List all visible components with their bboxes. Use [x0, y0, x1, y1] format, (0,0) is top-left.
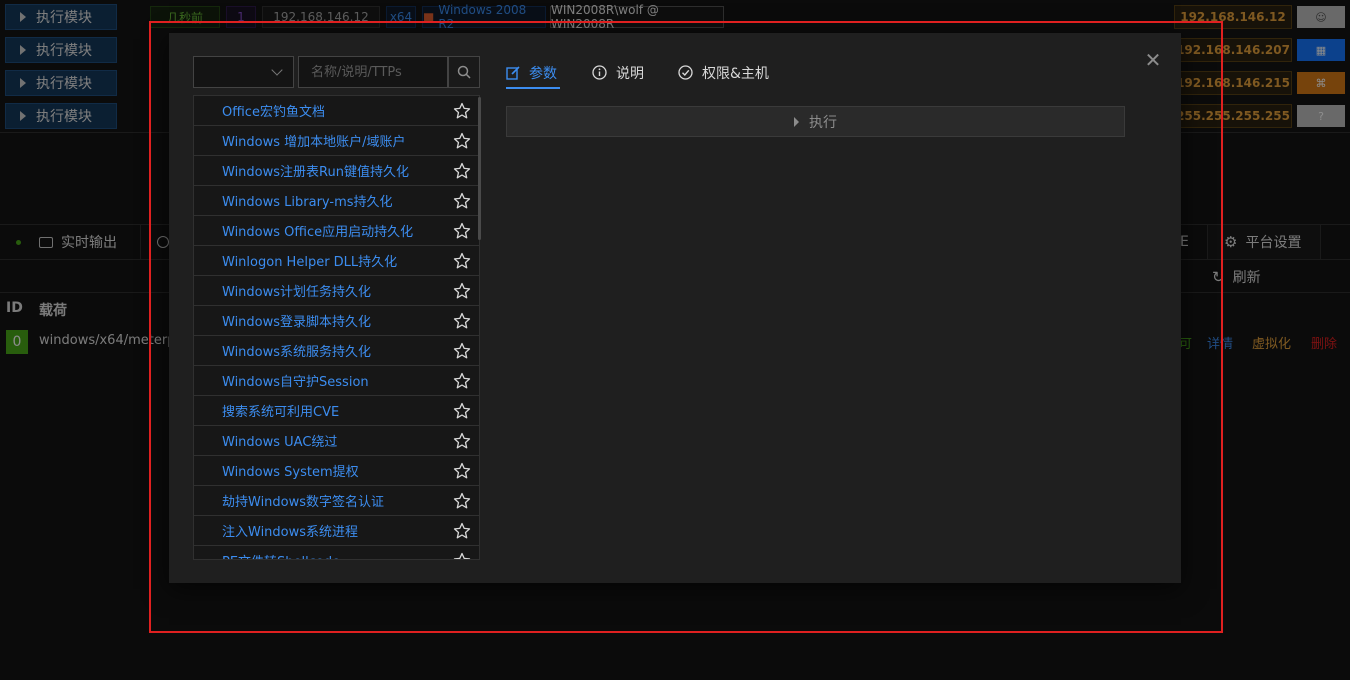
module-list-item[interactable]: 搜索系统可利用CVE: [194, 396, 479, 426]
execute-button[interactable]: 执行: [506, 106, 1125, 137]
module-name: Windows自守护Session: [222, 375, 369, 390]
module-name: 注入Windows系统进程: [222, 525, 359, 540]
close-icon[interactable]: ✕: [1143, 50, 1163, 70]
star-icon[interactable]: [453, 522, 471, 540]
active-tab-indicator: [506, 87, 560, 89]
star-icon[interactable]: [453, 402, 471, 420]
star-icon[interactable]: [453, 222, 471, 240]
star-icon[interactable]: [453, 102, 471, 120]
module-name: Windows UAC绕过: [222, 435, 338, 450]
edit-icon: [506, 65, 520, 80]
module-list-item[interactable]: Windows System提权: [194, 456, 479, 486]
module-list-item[interactable]: Windows Library-ms持久化: [194, 186, 479, 216]
star-icon[interactable]: [453, 282, 471, 300]
star-icon[interactable]: [453, 192, 471, 210]
star-icon[interactable]: [453, 432, 471, 450]
tab-parameters[interactable]: 参数: [506, 56, 557, 89]
module-list-item[interactable]: Office宏钓鱼文档: [194, 96, 479, 126]
module-name: Windows系统服务持久化: [222, 345, 372, 360]
star-icon[interactable]: [453, 462, 471, 480]
star-icon[interactable]: [453, 492, 471, 510]
module-list-item[interactable]: Windows Office应用启动持久化: [194, 216, 479, 246]
list-scrollbar[interactable]: [478, 97, 481, 240]
module-list-item[interactable]: Windows系统服务持久化: [194, 336, 479, 366]
star-icon[interactable]: [453, 552, 471, 560]
star-icon[interactable]: [453, 342, 471, 360]
module-filter-select[interactable]: [193, 56, 294, 88]
module-list-item[interactable]: 劫持Windows数字签名认证: [194, 486, 479, 516]
module-search-input[interactable]: [298, 56, 448, 88]
star-icon[interactable]: [453, 252, 471, 270]
module-list-item[interactable]: Windows 增加本地账户/域账户: [194, 126, 479, 156]
module-name: 劫持Windows数字签名认证: [222, 495, 385, 510]
star-icon[interactable]: [453, 372, 471, 390]
tab-permissions-hosts[interactable]: 权限&主机: [678, 56, 769, 89]
module-name: Windows System提权: [222, 465, 359, 480]
module-name: Windows Library-ms持久化: [222, 195, 393, 210]
star-icon[interactable]: [453, 132, 471, 150]
module-name: 搜索系统可利用CVE: [222, 405, 340, 420]
info-circle-icon: [592, 65, 607, 80]
module-name: Windows登录脚本持久化: [222, 315, 372, 330]
search-icon: [457, 65, 471, 79]
chevron-down-icon: [271, 64, 283, 76]
module-list-item[interactable]: PE文件转Shellcode: [194, 546, 479, 560]
module-list: Office宏钓鱼文档 Windows 增加本地账户/域账户 Windows注册表R…: [193, 95, 480, 560]
module-list-item[interactable]: Windows计划任务持久化: [194, 276, 479, 306]
module-list-item[interactable]: Windows自守护Session: [194, 366, 479, 396]
module-name: Windows 增加本地账户/域账户: [222, 135, 406, 150]
module-list-item[interactable]: Winlogon Helper DLL持久化: [194, 246, 479, 276]
check-circle-icon: [678, 65, 693, 80]
module-name: Windows计划任务持久化: [222, 285, 372, 300]
module-list-item[interactable]: Windows UAC绕过: [194, 426, 479, 456]
play-icon: [794, 116, 799, 127]
module-list-item[interactable]: Windows登录脚本持久化: [194, 306, 479, 336]
search-button[interactable]: [448, 56, 480, 88]
tab-description[interactable]: 说明: [592, 56, 644, 89]
module-name: PE文件转Shellcode: [222, 551, 340, 559]
module-name: Windows注册表Run键值持久化: [222, 165, 409, 180]
module-name: Windows Office应用启动持久化: [222, 225, 414, 240]
module-name: Office宏钓鱼文档: [222, 105, 325, 120]
star-icon[interactable]: [453, 312, 471, 330]
module-name: Winlogon Helper DLL持久化: [222, 255, 398, 270]
module-list-item[interactable]: Windows注册表Run键值持久化: [194, 156, 479, 186]
star-icon[interactable]: [453, 162, 471, 180]
module-list-item[interactable]: 注入Windows系统进程: [194, 516, 479, 546]
